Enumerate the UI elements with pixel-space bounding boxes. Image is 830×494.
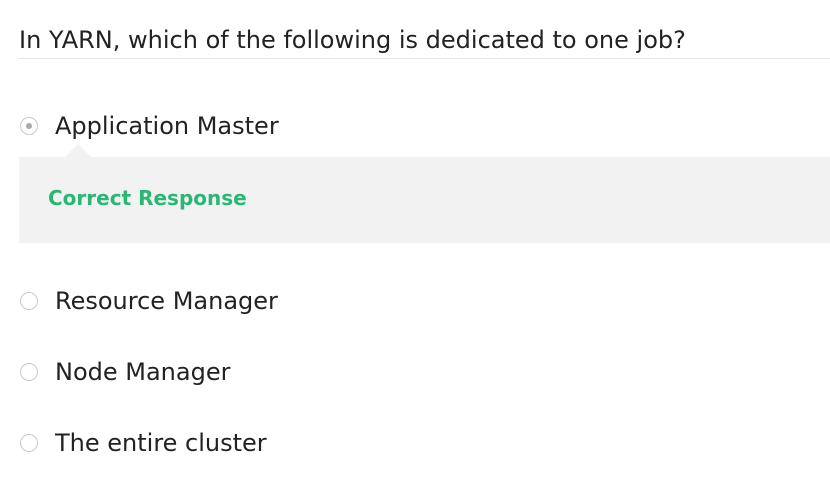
option-label: The entire cluster [55,429,267,457]
quiz-question-page: In YARN, which of the following is dedic… [0,0,830,494]
option-application-master[interactable]: Application Master [20,106,279,146]
option-resource-manager[interactable]: Resource Manager [20,281,278,321]
option-label: Resource Manager [55,287,278,315]
question-text: In YARN, which of the following is dedic… [19,23,830,59]
option-label: Node Manager [55,358,231,386]
feedback-correct-response: Correct Response [48,186,247,210]
radio-unselected-icon[interactable] [20,292,38,310]
option-label: Application Master [55,112,279,140]
radio-unselected-icon[interactable] [20,434,38,452]
feedback-pointer [64,144,92,158]
option-node-manager[interactable]: Node Manager [20,352,230,392]
option-entire-cluster[interactable]: The entire cluster [20,423,267,463]
radio-unselected-icon[interactable] [20,363,38,381]
radio-selected-icon[interactable] [20,117,38,135]
feedback-panel: Correct Response [19,144,830,243]
